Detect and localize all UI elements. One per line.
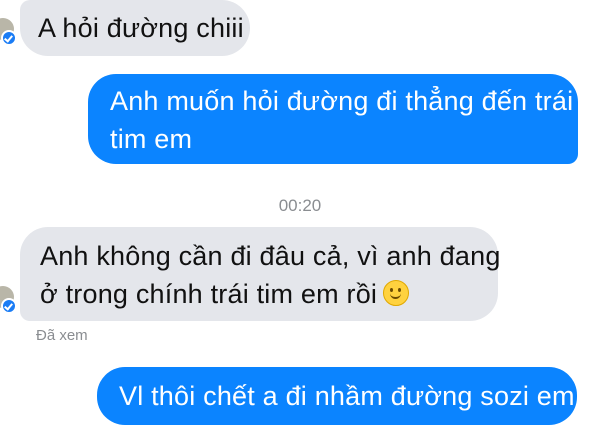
outgoing-message[interactable]: Vl thôi chết a đi nhầm đường sozi em: [97, 367, 577, 425]
incoming-message[interactable]: A hỏi đường chiii: [20, 0, 250, 56]
seen-status: Đã xem: [36, 327, 88, 344]
message-text: ở trong chính trái tim em rồi: [40, 279, 378, 309]
message-text: A hỏi đường chiii: [38, 13, 244, 43]
check-icon: [1, 298, 17, 314]
check-icon: [1, 30, 17, 46]
message-text: Vl thôi chết a đi nhầm đường sozi em: [119, 381, 575, 411]
chat-thread: A hỏi đường chiii Anh muốn hỏi đường đi …: [0, 0, 600, 434]
message-text: Anh muốn hỏi đường đi thẳng đến trái: [110, 86, 574, 116]
message-timestamp: 00:20: [278, 196, 322, 215]
contact-avatar[interactable]: [0, 286, 17, 314]
outgoing-message[interactable]: Anh muốn hỏi đường đi thẳng đến trái tim…: [88, 74, 578, 164]
slightly-smiling-face-icon: [383, 280, 410, 306]
message-text: tim em: [110, 124, 193, 154]
message-text: Anh không cần đi đâu cả, vì anh đang: [40, 241, 501, 271]
contact-avatar[interactable]: [0, 18, 17, 46]
message-text-line: ở trong chính trái tim em rồi: [40, 275, 478, 313]
incoming-message[interactable]: Anh không cần đi đâu cả, vì anh đang ở t…: [20, 227, 501, 321]
